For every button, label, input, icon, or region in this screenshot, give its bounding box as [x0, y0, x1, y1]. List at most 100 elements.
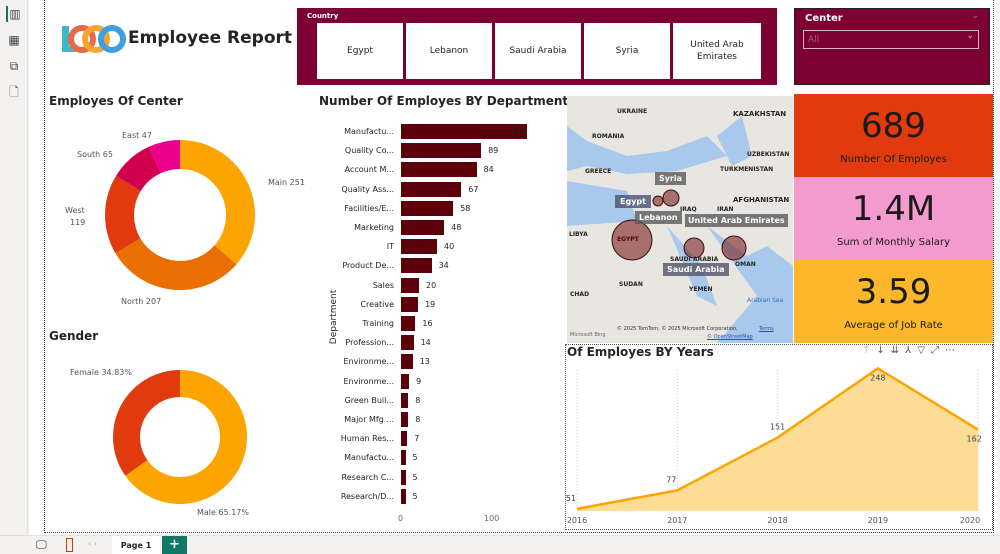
dept-bar[interactable]: [401, 220, 445, 235]
map-osm-link[interactable]: © OpenStreetMap: [707, 334, 753, 340]
collapse-chevron-icon[interactable]: ⌄: [971, 11, 979, 21]
dept-bar[interactable]: [401, 239, 437, 255]
bar-category-label: Manufactu...: [344, 453, 394, 463]
country-tile-egypt[interactable]: Egypt: [317, 23, 403, 79]
drill-up-icon[interactable]: ↑: [862, 345, 876, 356]
bar-data-label: 89: [488, 146, 499, 156]
report-view-icon[interactable]: ▥: [6, 6, 22, 22]
map-label: IRAQ: [680, 206, 697, 213]
dept-bar[interactable]: [401, 296, 419, 312]
bar-category-label: Account M...: [344, 165, 394, 175]
kpi-card-employees: 689 Number Of Employes: [794, 94, 993, 177]
country-tile-syria[interactable]: Syria: [584, 23, 670, 79]
dax-query-icon[interactable]: 🗋: [6, 84, 22, 100]
country-tile-lebanon[interactable]: Lebanon: [406, 23, 492, 79]
donut-slice-main[interactable]: [180, 140, 255, 265]
country-tile-saudi-arabia[interactable]: Saudi Arabia: [495, 23, 581, 79]
prev-page-icon[interactable]: ‹ ›: [88, 539, 97, 548]
map-label-kazakhstan: KAZAKHSTAN: [733, 110, 787, 118]
map-bubble-label-syria: Syria: [655, 172, 687, 185]
next-level-icon[interactable]: ⇊: [891, 345, 905, 356]
dept-bar[interactable]: [401, 143, 482, 159]
dept-bar[interactable]: [401, 181, 462, 197]
label-east: East 47: [122, 131, 152, 140]
add-page-button[interactable]: +: [162, 536, 187, 554]
bar-category-label: Product De...: [342, 261, 394, 271]
drill-down-icon[interactable]: ↓: [876, 345, 890, 356]
bar-data-label: 67: [468, 184, 479, 194]
x-tick-100: 100: [484, 514, 500, 523]
more-options-icon[interactable]: ⋯: [945, 345, 961, 356]
center-slicer-label: Center: [805, 13, 843, 24]
dept-chart-title: Number Of Employes BY Department: [319, 94, 569, 108]
x-tick-label: 2020: [960, 516, 980, 525]
bar-category-label: IT: [386, 242, 394, 252]
map-label: UZBEKISTAN: [747, 151, 790, 158]
country-map[interactable]: UKRAINE ROMANIA KAZAKHSTAN UZBEKISTAN GR…: [567, 96, 793, 343]
dept-bar[interactable]: [401, 373, 410, 389]
focus-mode-icon[interactable]: ⤢: [931, 345, 945, 356]
label-north: North 207: [121, 297, 162, 306]
years-chart-title: Of Employes BY Years: [567, 345, 714, 359]
dept-bar[interactable]: [401, 162, 477, 178]
country-slicer: Country Egypt Lebanon Saudi Arabia Syria…: [297, 8, 777, 85]
map-label: EGYPT: [617, 236, 639, 243]
map-label: GREECE: [585, 168, 612, 175]
map-label: OMAN: [735, 261, 756, 268]
years-area-chart: 2016 2017 2018 2019 2020 51 77 151 248 162: [566, 366, 982, 525]
center-dropdown-value: All: [808, 35, 820, 45]
dept-bar[interactable]: [401, 431, 408, 447]
bar-category-label: Green Buil...: [344, 395, 394, 405]
x-tick-label: 2017: [667, 516, 687, 525]
map-label: IRAN: [717, 206, 734, 213]
donut-slice-female[interactable]: [112, 370, 180, 476]
dept-bar[interactable]: [401, 258, 432, 274]
country-tile-uae[interactable]: United Arab Emirates: [673, 23, 761, 79]
model-view-icon[interactable]: ⧉: [6, 58, 22, 74]
kpi-label: Average of Job Rate: [844, 320, 943, 331]
bar-data-label: 7: [414, 434, 420, 444]
bar-data-label: 40: [444, 242, 455, 252]
bar-category-label: Creative: [360, 299, 394, 309]
bar-data-label: 5: [412, 491, 418, 501]
map-label: SAUDI ARABIA: [670, 256, 719, 263]
bar-data-label: 48: [451, 223, 462, 232]
bar-category-label: Manufactu...: [344, 127, 394, 136]
dept-bar[interactable]: [401, 392, 409, 408]
expand-hierarchy-icon[interactable]: ⅄: [905, 345, 917, 356]
bar-category-label: Major Mfg ...: [344, 415, 394, 424]
bar-category-label: Environme...: [343, 357, 394, 367]
dept-bar[interactable]: [401, 200, 454, 216]
dept-bar[interactable]: [401, 488, 406, 504]
table-view-icon[interactable]: ▦: [6, 32, 22, 48]
data-label: 77: [666, 475, 676, 484]
label-west-value: 119: [70, 218, 86, 227]
x-tick-0: 0: [398, 514, 404, 523]
bar-data-label: 5: [412, 472, 418, 482]
dept-bar[interactable]: [401, 469, 406, 485]
tab-page-1[interactable]: Page 1: [112, 536, 160, 554]
bar-category-label: Research C...: [341, 472, 394, 482]
bar-data-label: 140: [511, 127, 527, 136]
dept-bar[interactable]: [401, 335, 414, 351]
page-tabs-bar: 🖵 ‹ › Page 1 +: [0, 535, 1000, 554]
desktop-view-icon[interactable]: 🖵: [36, 538, 47, 552]
logo: [60, 22, 126, 56]
mobile-view-icon[interactable]: [66, 538, 73, 552]
map-label: LIBYA: [569, 231, 588, 238]
dept-bar[interactable]: [401, 354, 413, 370]
dept-bar[interactable]: [401, 277, 419, 293]
center-slicer: Center ⌄ All ⌄: [794, 8, 990, 85]
filter-icon[interactable]: ▽: [917, 345, 931, 356]
area-fill: [577, 368, 979, 511]
dept-bar[interactable]: [401, 450, 406, 466]
bar-data-label: 19: [425, 299, 436, 309]
map-terms-link[interactable]: Terms: [759, 326, 774, 332]
map-attribution: © 2025 TomTom, © 2025 Microsoft Corporat…: [617, 326, 738, 332]
dept-bar[interactable]: [401, 412, 409, 427]
dept-bar[interactable]: [401, 316, 416, 331]
dept-bar[interactable]: [401, 124, 527, 139]
map-bubble-label-uae: United Arab Emirates: [685, 214, 788, 227]
center-dropdown[interactable]: All ⌄: [803, 30, 979, 49]
map-bubble-label-saudi-arabia: Saudi Arabia: [663, 263, 729, 276]
